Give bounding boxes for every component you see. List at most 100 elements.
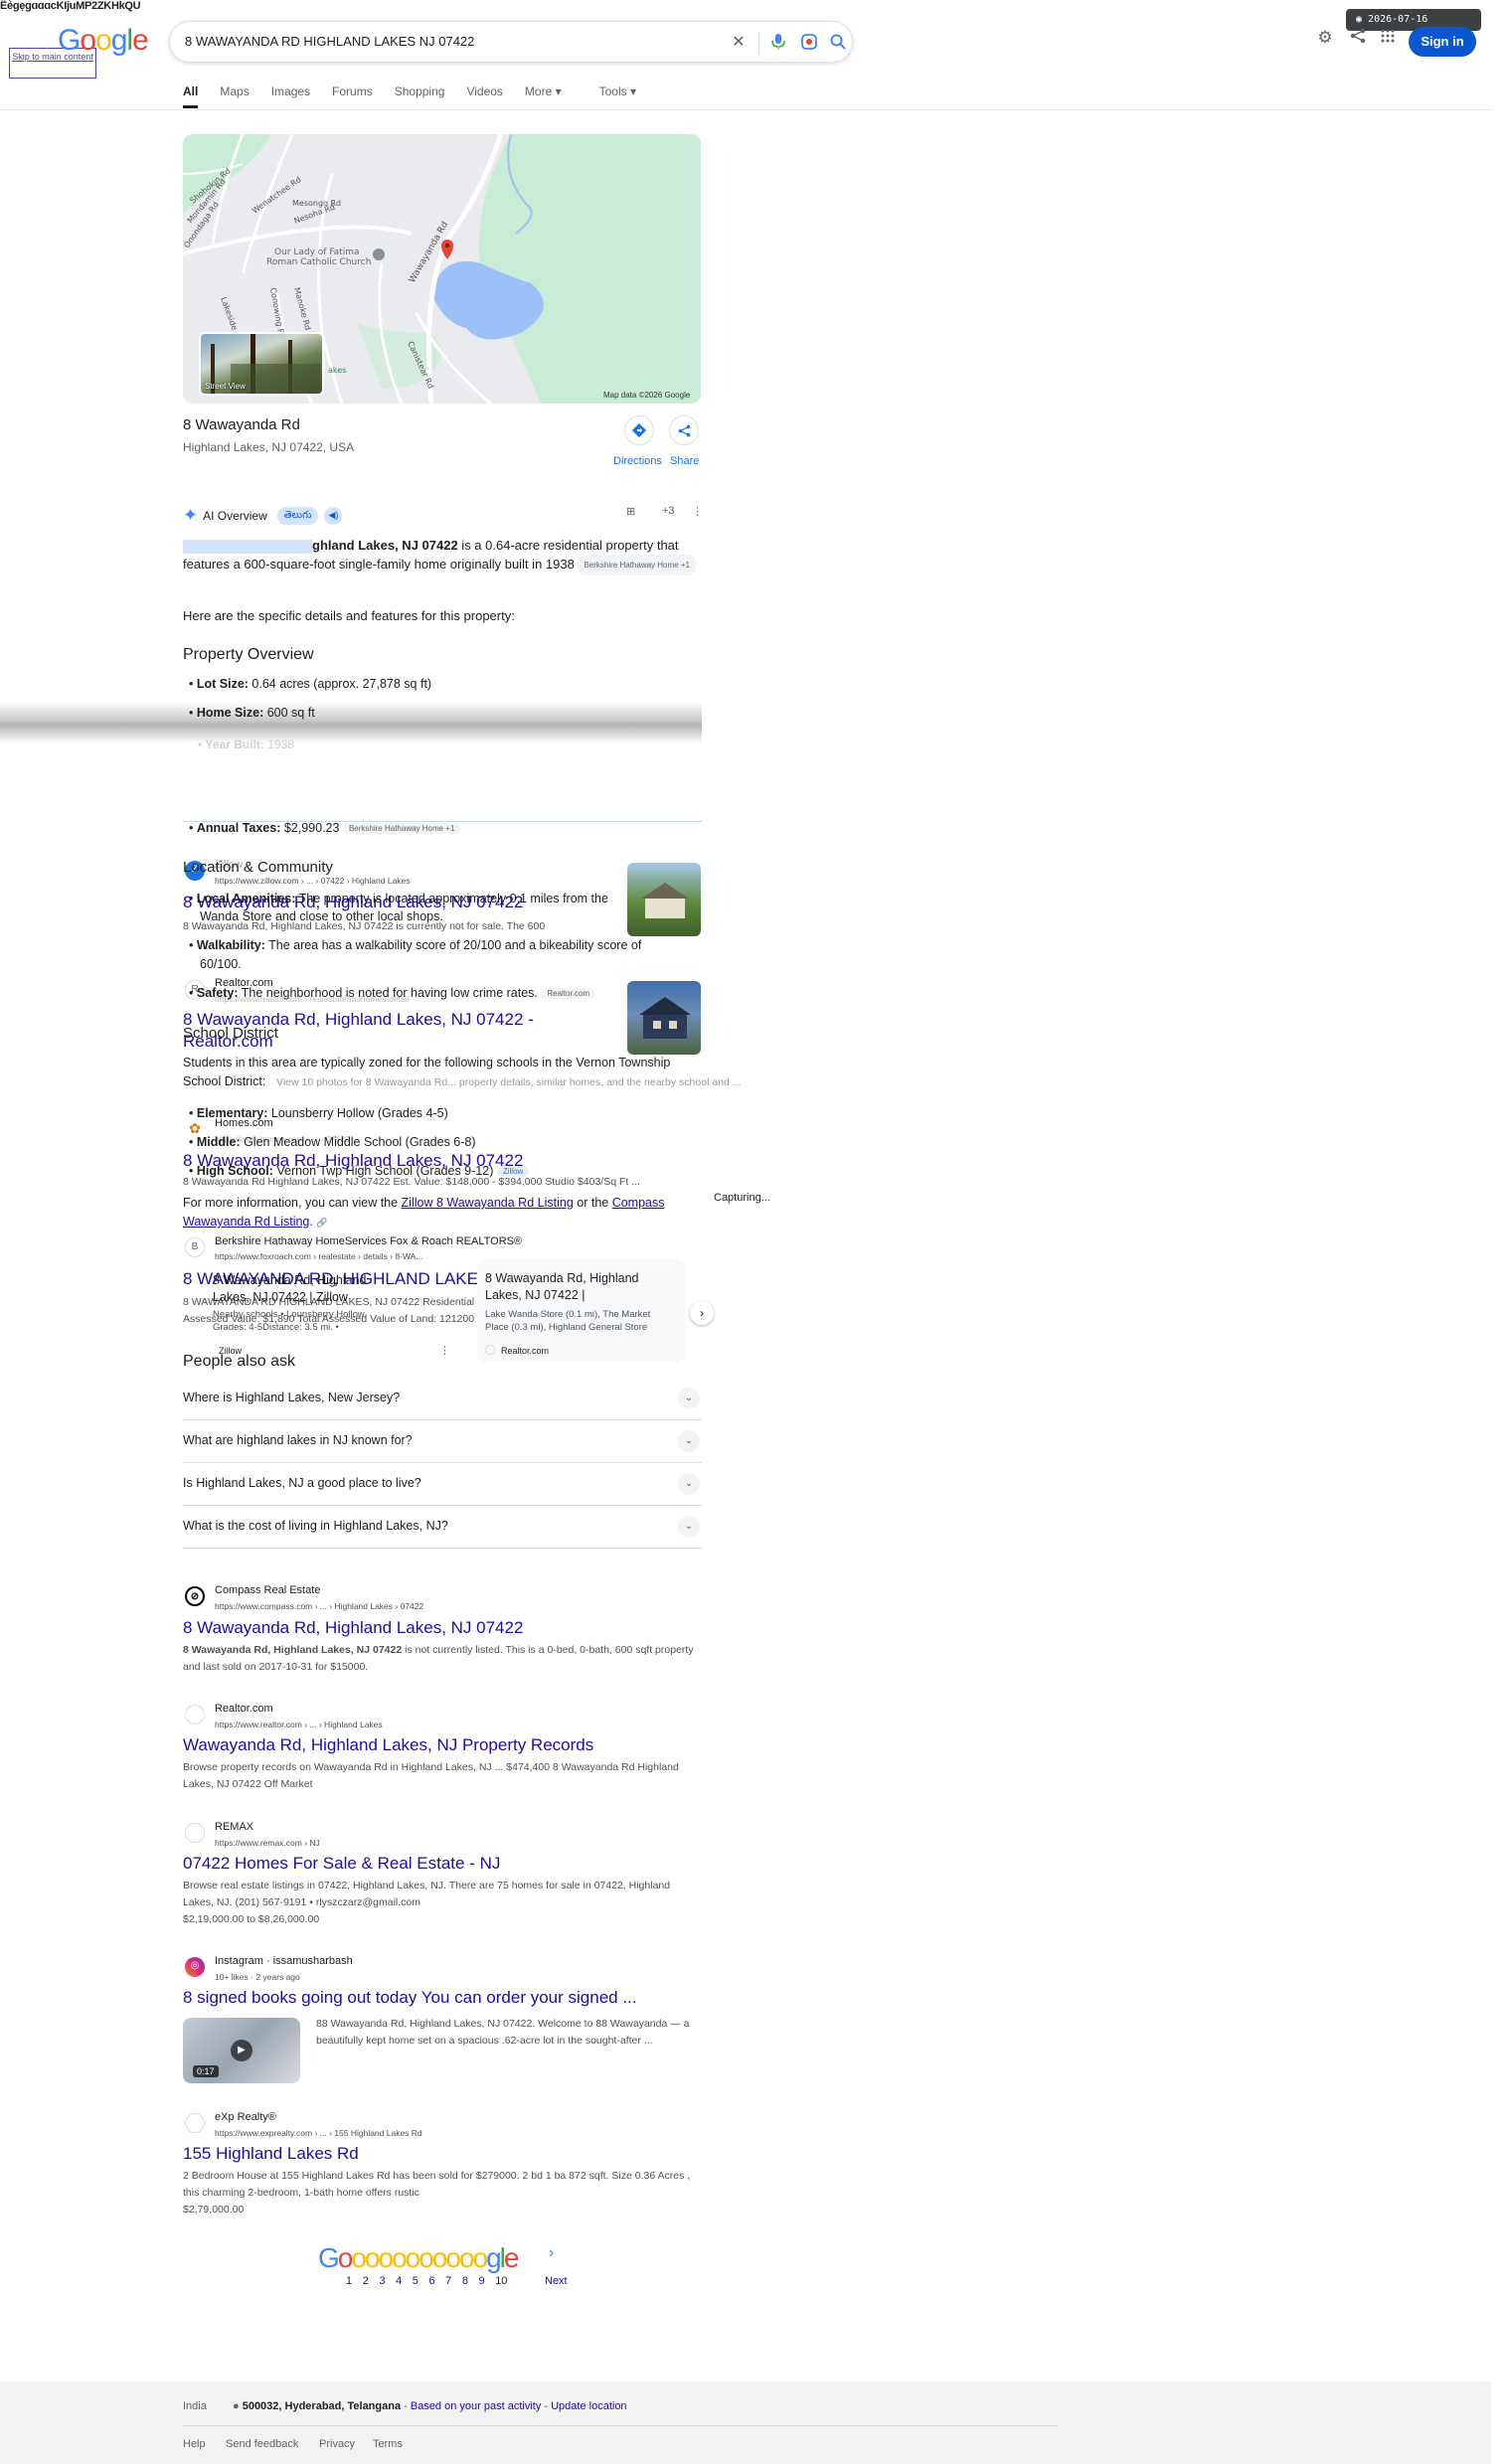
search-box[interactable]: 8 WAWAYANDA RD HIGHLAND LAKES NJ 07422 ✕ [169,21,853,63]
bullet-lot-size: • Lot Size: 0.64 acres (approx. 27,878 s… [189,677,432,691]
page-link[interactable]: 9 [479,2275,485,2287]
ai-source-count[interactable]: +3 [662,505,675,517]
video-thumbnail[interactable]: ▶ 0:17 [183,2018,300,2083]
carousel-next-button[interactable]: › [690,1301,714,1325]
result-thumbnail[interactable] [627,863,701,936]
tab-tools[interactable]: Tools ▾ [599,84,636,108]
tab-shopping[interactable]: Shopping [395,84,445,108]
carousel-card-zillow[interactable]: 8 Wawayanda Rd, Highland Lakes, NJ 07422… [205,1258,450,1363]
chevron-down-icon[interactable]: ⌄ [678,1430,700,1452]
bullet-elementary: • Elementary: Lounsberry Hollow (Grades … [189,1106,448,1120]
result-title-link[interactable]: 07422 Homes For Sale & Real Estate - NJ [183,1854,500,1874]
carousel-card-realtor[interactable]: 8 Wawayanda Rd, Highland Lakes, NJ 07422… [477,1258,686,1363]
page-link[interactable]: 2 [363,2275,369,2287]
result-thumbnail[interactable] [627,981,701,1055]
footer-privacy-link[interactable]: Privacy [319,2438,355,2450]
search-input[interactable]: 8 WAWAYANDA RD HIGHLAND LAKES NJ 07422 [185,34,474,49]
local-amenities-cont: Wanda Store and close to other local sho… [200,909,443,923]
ai-intro-paragraph: ghland Lakes, NJ 07422 is a 0.64-acre re… [183,536,700,576]
page-link[interactable]: 1 [346,2275,352,2287]
result-price: $2,79,000.00 [183,2204,245,2216]
past-activity-link[interactable]: Based on your past activity [411,2400,541,2412]
map-poi-label: Our Lady of Fatima [274,247,360,257]
microphone-icon[interactable] [768,32,788,52]
page-link[interactable]: 4 [396,2275,402,2287]
footer-country: India [183,2400,207,2412]
page-link[interactable]: 5 [413,2275,419,2287]
paa-question[interactable]: What is the cost of living in Highland L… [183,1506,702,1549]
clear-icon[interactable]: ✕ [729,32,749,52]
source-url: https://www.compass.com › ... › Highland… [215,1601,424,1611]
directions-label[interactable]: Directions [613,455,662,467]
chevron-right-icon[interactable]: › [549,2244,554,2262]
language-pill[interactable]: తెలుగు [276,506,319,525]
bullet-safety: • Safety: The neighborhood is noted for … [189,986,596,1000]
paa-question[interactable]: Is Highland Lakes, NJ a good place to li… [183,1463,702,1506]
compass-listing-link[interactable]: Compass [612,1196,665,1210]
garbled-header-text: ẼẻɡẹɡɑɑɑcKIjuMP2ZKHkQU [0,0,141,12]
page-link[interactable]: 7 [445,2275,451,2287]
page-link[interactable]: 10 [495,2275,507,2287]
result-title-link[interactable]: Wawayanda Rd, Highland Lakes, NJ Propert… [183,1735,593,1755]
source-url: https://www.realtor.com › ... › Highland… [215,1720,383,1729]
google-logo[interactable]: Google [58,24,149,58]
result-title-link[interactable]: 155 Highland Lakes Rd [183,2144,359,2164]
tab-more[interactable]: More ▾ [525,84,562,108]
share-place-button[interactable] [669,415,699,445]
map-poi-label: Roman Catholic Church [266,257,371,267]
result-snippet: 2 Bedroom House at 155 Highland Lakes Rd… [183,2170,691,2199]
paa-question[interactable]: What are highland lakes in NJ known for?… [183,1420,702,1463]
search-tabs: All Maps Images Forums Shopping Videos M… [183,84,658,108]
compass-favicon: ⊘ [185,1586,205,1606]
tab-images[interactable]: Images [271,84,310,108]
update-location-link[interactable]: Update location [551,2400,626,2412]
map-attribution: Map data ©2026 Google [603,391,691,400]
source-meta: 10+ likes · 2 years ago [215,1972,300,1982]
street-view-thumbnail[interactable]: Street View [199,332,324,396]
play-icon[interactable]: ▶ [231,2040,252,2061]
chevron-down-icon[interactable]: ⌄ [678,1473,700,1495]
settings-gear-icon[interactable]: ⚙ [1314,28,1336,50]
more-vert-icon[interactable]: ⋮ [692,505,703,518]
pagination-logo: Gooooooooooogle [318,2242,519,2273]
result-title-link[interactable]: 8 signed books going out today You can o… [183,1988,637,2008]
result-title-link[interactable]: 8 Wawayanda Rd, Highland Lakes, NJ 07422 [183,1618,523,1638]
tab-videos[interactable]: Videos [466,84,502,108]
source-url: https://www.remax.com › NJ [215,1838,320,1848]
speaker-icon[interactable]: ◀) [324,506,343,525]
tab-forums[interactable]: Forums [332,84,373,108]
directions-button[interactable] [624,415,654,445]
next-page-link[interactable]: Next [545,2275,568,2287]
search-icon[interactable] [828,32,848,52]
source-chip[interactable]: Berkshire Hathaway Home +1 [578,555,696,576]
result-snippet: 8 Wawayanda Rd, Highland Lakes, NJ 07422… [183,1644,694,1673]
apps-grid-icon[interactable] [1377,28,1399,50]
more-info-line: For more information, you can view the Z… [183,1196,665,1210]
sparkle-icon: ✦ [183,505,199,525]
chevron-down-icon[interactable]: ⌄ [678,1516,700,1538]
footer-feedback-link[interactable]: Send feedback [226,2438,298,2450]
lens-icon[interactable] [799,32,819,52]
footer-help-link[interactable]: Help [183,2438,206,2450]
more-vert-icon[interactable]: ⋮ [439,1344,450,1357]
share-icon[interactable] [1347,28,1369,50]
zillow-listing-link[interactable]: Zillow 8 Wawayanda Rd Listing [402,1196,574,1210]
compass-listing-link-cont[interactable]: Wawayanda Rd Listing [183,1215,309,1229]
share-label[interactable]: Share [670,455,699,467]
paa-question[interactable]: Where is Highland Lakes, New Jersey? ⌄ [183,1378,702,1420]
ai-sources-icon[interactable]: ⊞ [626,505,635,518]
source-url: https://www.zillow.com › ... › 07422 › H… [215,876,411,886]
source-name: Realtor.com [215,1703,273,1715]
page-link[interactable]: 8 [462,2275,468,2287]
carousel-snippet: Nearby schools • Lounsberry Hollow. Grad… [213,1309,367,1333]
chevron-down-icon[interactable]: ⌄ [678,1388,700,1409]
tab-maps[interactable]: Maps [220,84,249,108]
footer-terms-link[interactable]: Terms [373,2438,403,2450]
page-link[interactable]: 6 [428,2275,434,2287]
tab-all[interactable]: All [183,84,199,108]
remax-favicon [185,1823,205,1843]
walkability-cont: 60/100. [200,957,242,971]
page-link[interactable]: 3 [379,2275,385,2287]
sign-in-button[interactable]: Sign in [1409,27,1476,57]
capturing-status: Capturing... [714,1192,770,1204]
